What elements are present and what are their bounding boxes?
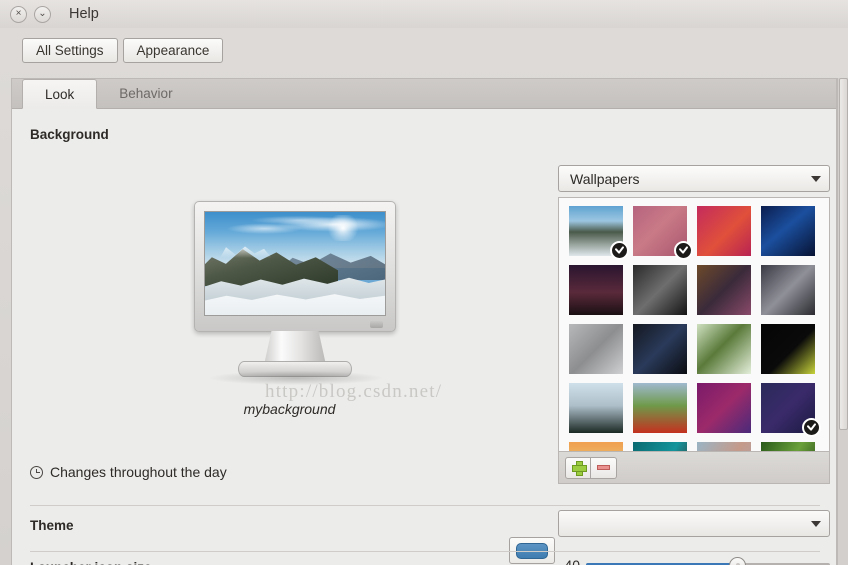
launcher-icon-size-label: Launcher icon size bbox=[30, 560, 152, 565]
wallpaper-thumbnail[interactable] bbox=[569, 324, 623, 374]
minus-icon bbox=[597, 465, 610, 470]
wallpaper-image-city-night-lights bbox=[633, 324, 687, 374]
wallpaper-thumbnail[interactable] bbox=[761, 324, 815, 374]
wallpaper-thumbnail[interactable] bbox=[697, 324, 751, 374]
wallpaper-thumbnail[interactable] bbox=[697, 265, 751, 315]
chevron-down-icon[interactable]: ⌄ bbox=[34, 5, 51, 23]
remove-wallpaper-button[interactable] bbox=[591, 456, 617, 479]
wallpaper-image-misty-lake bbox=[569, 383, 623, 433]
appearance-button[interactable]: Appearance bbox=[122, 37, 224, 63]
window-scrollbar[interactable] bbox=[837, 78, 848, 565]
preview-sun bbox=[325, 215, 360, 242]
window-scrollbar-thumb[interactable] bbox=[839, 78, 848, 430]
wallpaper-thumbnail[interactable] bbox=[633, 206, 693, 260]
add-wallpaper-button[interactable] bbox=[565, 456, 591, 479]
check-icon bbox=[674, 241, 693, 260]
wallpaper-image-ice-crystals bbox=[569, 324, 623, 374]
wallpaper-thumbnail[interactable] bbox=[761, 206, 815, 256]
background-section-title: Background bbox=[30, 127, 109, 142]
wallpaper-toolbar bbox=[559, 451, 829, 483]
monitor-shadow bbox=[210, 371, 382, 385]
main-panel: Look Behavior Background http://blog.csd… bbox=[11, 78, 837, 565]
wallpaper-grid bbox=[559, 198, 829, 483]
wallpaper-image-street-clock bbox=[633, 265, 687, 315]
theme-label: Theme bbox=[30, 518, 74, 533]
background-name-label: mybackground bbox=[243, 401, 336, 417]
changes-throughout-day-label: Changes throughout the day bbox=[50, 464, 227, 480]
tab-behavior[interactable]: Behavior bbox=[97, 78, 194, 108]
launcher-icon-size-slider[interactable]: 40 bbox=[558, 553, 830, 565]
wallpaper-thumbnail[interactable] bbox=[633, 383, 687, 433]
wallpaper-grid-frame bbox=[558, 197, 830, 484]
slider-knob[interactable] bbox=[729, 556, 747, 565]
chevron-down-icon bbox=[811, 175, 821, 182]
plus-icon bbox=[571, 461, 587, 476]
close-icon[interactable]: × bbox=[10, 5, 27, 23]
divider-theme bbox=[30, 505, 820, 506]
divider-launcher bbox=[30, 551, 820, 552]
wallpaper-thumbnail[interactable] bbox=[633, 324, 687, 374]
wallpaper-thumbnail[interactable] bbox=[569, 265, 623, 315]
changes-throughout-day-row: Changes throughout the day bbox=[30, 464, 227, 480]
wallpaper-thumbnail[interactable] bbox=[761, 265, 815, 315]
wallpaper-image-poppy-field bbox=[633, 383, 687, 433]
title-bar: × ⌄ Help bbox=[0, 0, 848, 28]
wallpaper-thumbnail[interactable] bbox=[569, 383, 623, 433]
wallpaper-source-value: Wallpapers bbox=[570, 170, 640, 187]
wallpaper-thumbnail[interactable] bbox=[761, 383, 821, 437]
wallpaper-thumbnail[interactable] bbox=[633, 265, 687, 315]
monitor-power-button bbox=[370, 321, 383, 328]
wallpaper-picker: Wallpapers bbox=[558, 165, 830, 484]
check-icon bbox=[610, 241, 629, 260]
wallpaper-thumbnail[interactable] bbox=[569, 206, 629, 260]
appearance-settings-window: × ⌄ Help All Settings Appearance Look Be… bbox=[0, 0, 848, 565]
wallpaper-preview bbox=[204, 211, 386, 316]
monitor-bezel bbox=[194, 201, 396, 332]
all-settings-button[interactable]: All Settings bbox=[22, 37, 118, 63]
top-button-bar: All Settings Appearance bbox=[0, 28, 848, 72]
monitor-neck bbox=[264, 331, 326, 365]
monitor-preview[interactable] bbox=[186, 201, 411, 386]
chevron-down-icon bbox=[811, 520, 821, 527]
wallpaper-image-yellow-flower-dark bbox=[761, 324, 815, 374]
wallpaper-image-magenta-swirl bbox=[697, 206, 751, 256]
wallpaper-thumbnail[interactable] bbox=[697, 206, 751, 256]
wallpaper-image-night-sky-hills bbox=[569, 265, 623, 315]
wallpaper-image-bokeh-bicycle bbox=[697, 265, 751, 315]
look-tab-content: Background http://blog.csdn.net/ mybackg… bbox=[12, 109, 836, 565]
launcher-icon-size-value: 40 bbox=[564, 557, 580, 565]
clock-icon bbox=[30, 465, 43, 479]
tab-strip: Look Behavior bbox=[12, 79, 836, 109]
wallpaper-image-purple-gradient bbox=[697, 383, 751, 433]
window-title: Help bbox=[69, 6, 99, 22]
tab-look[interactable]: Look bbox=[22, 79, 98, 109]
wallpaper-image-insect-on-leaf bbox=[697, 324, 751, 374]
wallpaper-image-blue-orb bbox=[761, 206, 815, 256]
check-icon bbox=[802, 418, 821, 437]
wallpaper-source-dropdown[interactable]: Wallpapers bbox=[558, 165, 830, 192]
wallpaper-thumbnail[interactable] bbox=[697, 383, 751, 433]
wallpaper-image-frosted-grass bbox=[761, 265, 815, 315]
theme-dropdown[interactable] bbox=[558, 510, 830, 537]
